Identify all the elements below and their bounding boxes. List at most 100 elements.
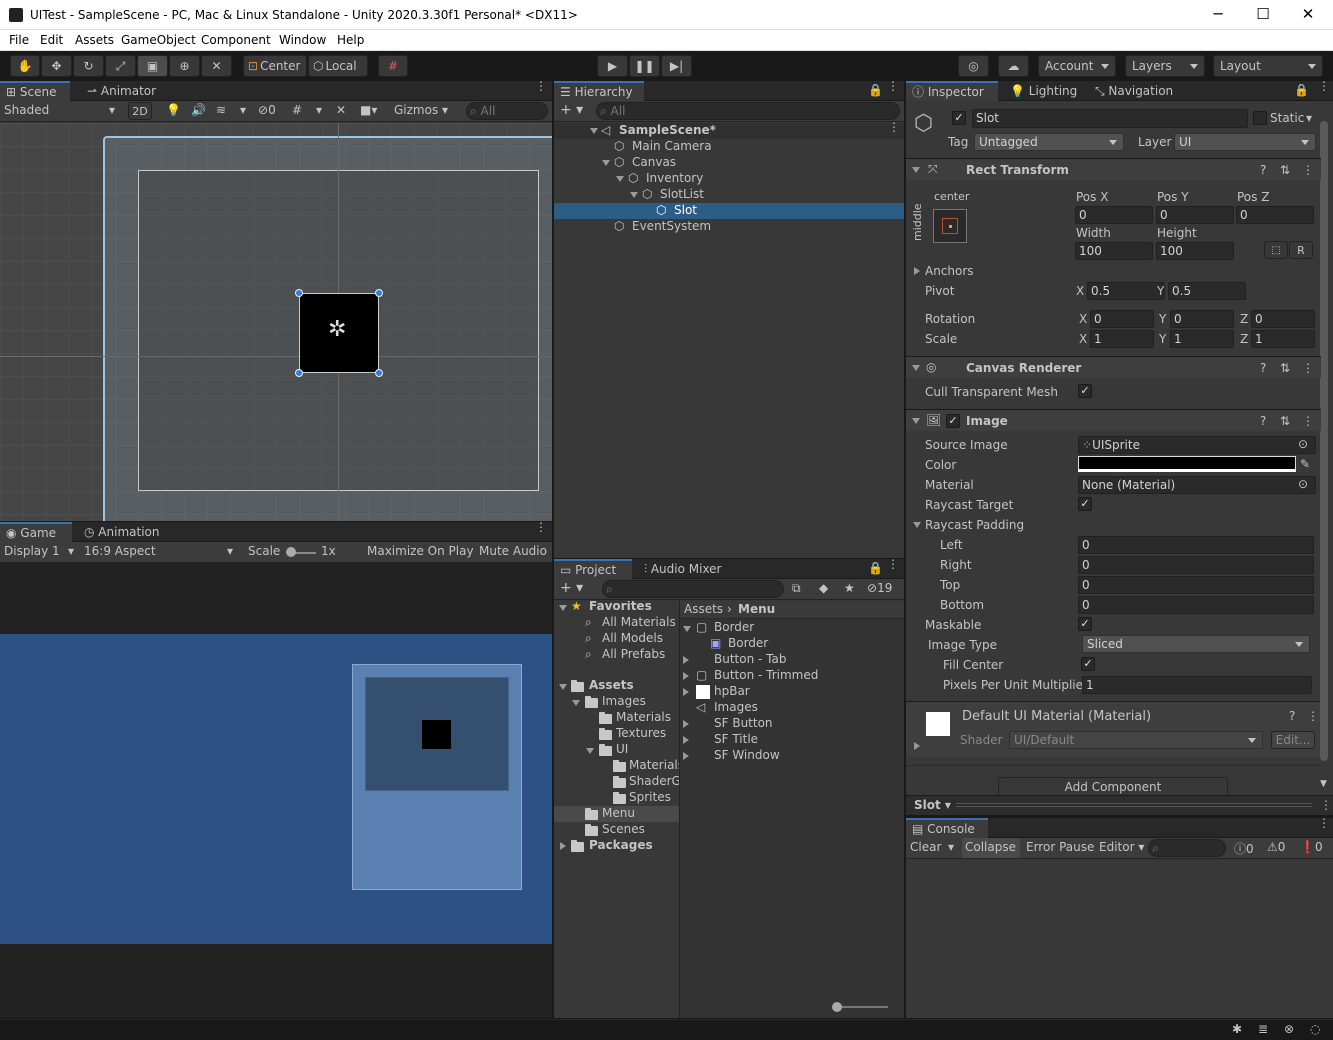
hand-tool-icon[interactable]: ✋ <box>10 55 40 77</box>
tag-dropdown[interactable]: Untagged <box>974 133 1124 151</box>
audio-toggle-icon[interactable]: 🔊 <box>191 103 206 117</box>
hidden-packages-icon[interactable]: ⊘19 <box>867 581 892 595</box>
scene-menu-icon[interactable]: ⋮ <box>535 80 547 92</box>
tab-inspector[interactable]: ⓘ Inspector <box>906 81 998 101</box>
expand-arrow-icon[interactable] <box>683 672 689 680</box>
gizmos-dropdown[interactable]: Gizmos ▾ <box>394 103 448 117</box>
width-input[interactable]: 100 <box>1075 242 1153 260</box>
pos-z-input[interactable]: 0 <box>1236 206 1314 224</box>
maximize-on-play-toggle[interactable]: Maximize On Play <box>367 544 474 558</box>
collapse-arrow-icon[interactable] <box>912 365 920 371</box>
play-button[interactable]: ▶ <box>597 55 628 77</box>
effects-chevron-icon[interactable]: ▾ <box>240 103 246 117</box>
help-icon[interactable]: ? <box>1260 414 1266 428</box>
asset-item[interactable]: Button - Trimmed <box>714 668 818 682</box>
active-checkbox[interactable]: ✓ <box>952 111 966 125</box>
grid-snap-icon[interactable]: # <box>378 55 408 77</box>
expand-arrow-icon[interactable] <box>683 736 689 744</box>
aspect-dropdown[interactable]: 16:9 Aspect ▾ <box>84 544 240 558</box>
pivot-rotation-button[interactable]: ⬡ Local <box>308 55 368 77</box>
collapse-arrow-icon[interactable] <box>912 167 920 173</box>
canvas-renderer-header[interactable]: ◎ Canvas Renderer ? ⇅ ⋮ <box>906 356 1321 378</box>
asset-item[interactable]: SF Button <box>714 716 773 730</box>
height-input[interactable]: 100 <box>1156 242 1234 260</box>
tree-item-menu[interactable]: Menu <box>602 806 635 820</box>
tree-item-ui[interactable]: UI <box>616 742 628 756</box>
expand-arrow-icon[interactable] <box>572 700 580 706</box>
cull-transparent-checkbox[interactable]: ✓ <box>1078 384 1092 398</box>
breadcrumb-assets[interactable]: Assets <box>684 602 723 616</box>
object-picker-icon[interactable]: ⊙ <box>1298 437 1308 451</box>
tree-item-scenes[interactable]: Scenes <box>602 822 645 836</box>
expand-arrow-icon[interactable] <box>683 720 689 728</box>
layer-dropdown[interactable]: UI <box>1174 133 1316 151</box>
hierarchy-search-input[interactable]: ⌕ All <box>596 102 900 120</box>
tab-audio-mixer[interactable]: ⫶ Audio Mixer <box>638 559 738 579</box>
effects-toggle-icon[interactable]: ≋ <box>216 103 226 117</box>
pivot-y-input[interactable]: 0.5 <box>1168 282 1246 300</box>
tree-item-textures[interactable]: Textures <box>616 726 666 740</box>
tab-animation[interactable]: ◷ Animation <box>78 522 168 542</box>
pivot-x-input[interactable]: 0.5 <box>1087 282 1165 300</box>
expand-arrow-icon[interactable] <box>683 626 691 632</box>
tab-lighting[interactable]: 💡 Lighting <box>1004 81 1084 101</box>
search-by-type-icon[interactable]: ⧉ <box>792 581 801 596</box>
rot-z-input[interactable]: 0 <box>1251 310 1315 328</box>
inspector-scrollbar[interactable] <box>1320 121 1328 761</box>
project-menu-icon[interactable]: ⋮ <box>887 558 899 570</box>
rotate-tool-icon[interactable]: ↻ <box>73 55 104 77</box>
image-type-dropdown[interactable]: Sliced <box>1082 635 1310 653</box>
hierarchy-item-eventsystem[interactable]: ⬡ EventSystem <box>554 219 904 235</box>
cloud-icon[interactable]: ☁ <box>998 55 1029 77</box>
editor-dropdown[interactable]: Editor ▾ <box>1099 840 1144 854</box>
scale-y-input[interactable]: 1 <box>1170 330 1234 348</box>
favorite-star-icon[interactable]: ★ <box>844 581 855 595</box>
expand-arrow-icon[interactable] <box>913 522 921 528</box>
ppu-multiplier-input[interactable]: 1 <box>1082 676 1312 694</box>
presets-icon[interactable]: ⇅ <box>1280 414 1290 428</box>
grid-chevron-icon[interactable]: ▾ <box>316 103 322 117</box>
maximize-button[interactable]: ☐ <box>1241 5 1285 23</box>
collab-icon[interactable]: ◎ <box>958 55 989 77</box>
console-menu-icon[interactable]: ⋮ <box>1318 817 1330 829</box>
asset-item[interactable]: SF Window <box>714 748 780 762</box>
rect-handle-tr[interactable] <box>375 289 383 297</box>
game-view[interactable] <box>0 634 552 944</box>
clear-button[interactable]: Clear <box>910 840 941 854</box>
bug-report-icon[interactable]: ✱ <box>1232 1022 1242 1036</box>
grid-toggle-icon[interactable]: # <box>292 103 302 117</box>
favorite-item[interactable]: All Materials <box>602 615 676 629</box>
preview-menu-icon[interactable]: ⋮ <box>1320 798 1332 812</box>
tree-item-images[interactable]: Images <box>602 694 646 708</box>
scale-slider-thumb[interactable] <box>286 547 296 557</box>
pos-y-input[interactable]: 0 <box>1156 206 1234 224</box>
console-log-area[interactable] <box>906 860 1333 1018</box>
minimize-button[interactable]: ─ <box>1196 5 1240 23</box>
account-dropdown[interactable]: Account <box>1038 55 1116 77</box>
component-menu-icon[interactable]: ⋮ <box>1302 361 1314 375</box>
tab-console[interactable]: ▤ Console <box>906 818 988 838</box>
pos-x-input[interactable]: 0 <box>1075 206 1153 224</box>
console-search-input[interactable]: ⌕ <box>1148 839 1226 857</box>
fill-center-checkbox[interactable]: ✓ <box>1081 657 1095 671</box>
object-name-input[interactable]: Slot <box>972 109 1248 128</box>
tree-item-packages[interactable]: Packages <box>589 838 653 852</box>
inspector-menu-icon[interactable]: ⋮ <box>1318 80 1330 92</box>
hierarchy-menu-icon[interactable]: ⋮ <box>887 80 899 92</box>
asset-item[interactable]: Images <box>714 700 758 714</box>
anchor-presets-button[interactable] <box>933 209 967 243</box>
preview-title[interactable]: Slot ▾ <box>914 798 951 812</box>
move-tool-icon[interactable]: ✥ <box>41 55 72 77</box>
hierarchy-item-scene[interactable]: ◁ SampleScene* ⋮ <box>554 121 904 139</box>
scale-x-input[interactable]: 1 <box>1090 330 1154 348</box>
pause-button[interactable]: ❚❚ <box>629 55 660 77</box>
asset-item[interactable]: Border <box>728 636 768 650</box>
menu-assets[interactable]: Assets <box>75 33 114 47</box>
expand-arrow-icon[interactable] <box>630 192 638 198</box>
image-header[interactable]: 🖼 ✓ Image ? ⇅ ⋮ <box>906 409 1321 431</box>
static-chevron-icon[interactable]: ▾ <box>1306 111 1312 125</box>
tab-project[interactable]: ▭ Project <box>554 559 632 579</box>
mute-audio-toggle[interactable]: Mute Audio <box>479 544 547 558</box>
padding-top-input[interactable]: 0 <box>1078 576 1314 594</box>
favorite-item[interactable]: All Models <box>602 631 663 645</box>
